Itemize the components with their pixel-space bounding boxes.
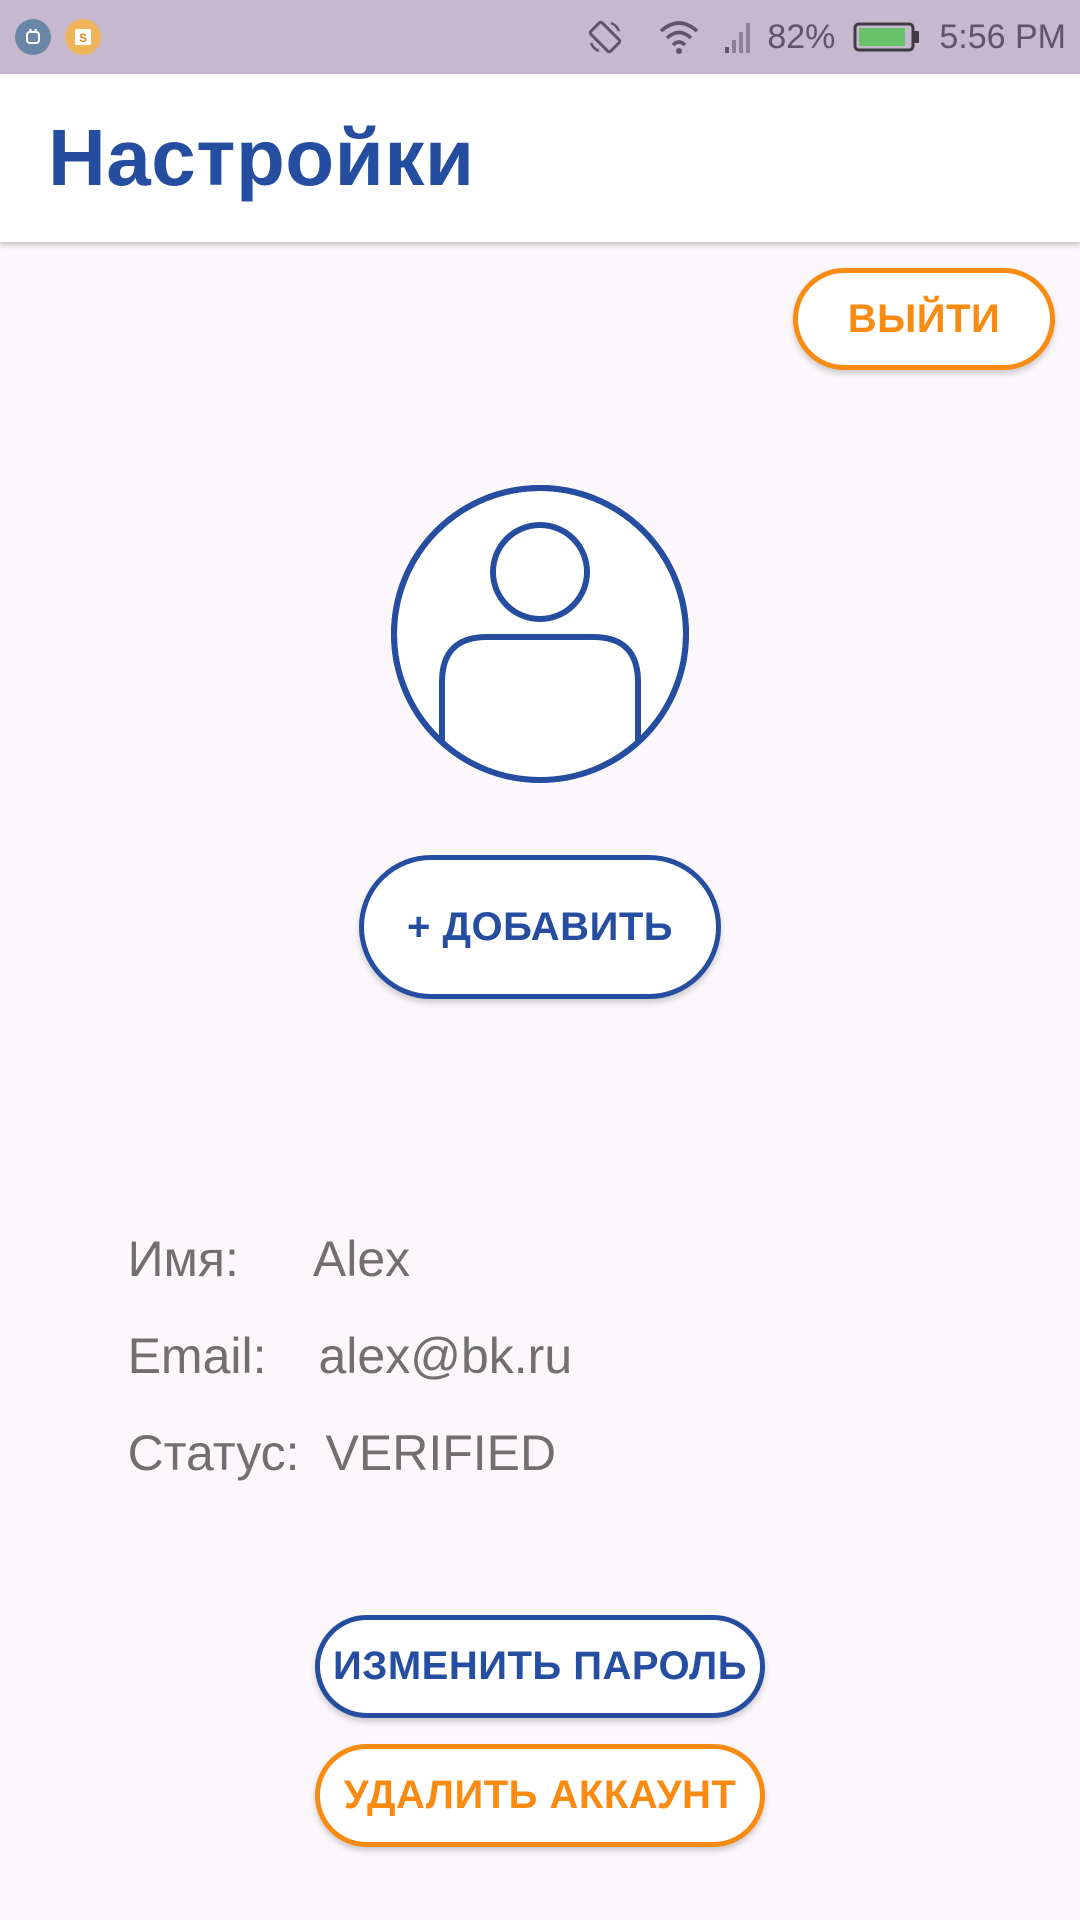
logout-button[interactable]: ВЫЙТИ	[793, 268, 1055, 370]
status-bar-right: 82% 5:56 PM	[585, 0, 1066, 74]
add-photo-button[interactable]: + ДОБАВИТЬ	[359, 855, 721, 999]
battery-icon	[853, 20, 921, 54]
app-bar: Настройки	[0, 74, 1080, 242]
wifi-icon	[657, 19, 701, 55]
status-bar: S 82% 5:56 PM	[0, 0, 1080, 74]
clock: 5:56 PM	[939, 17, 1066, 56]
user-status-row: Статус: VERIFIED	[72, 1366, 557, 1540]
svg-text:S: S	[79, 31, 87, 45]
settings-screen: S 82% 5:56 PM Настройки ВЫЙТИ + ДОБАВИТЬ…	[0, 0, 1080, 1920]
delete-account-button[interactable]: УДАЛИТЬ АККАУНТ	[315, 1744, 765, 1847]
page-title: Настройки	[48, 113, 475, 202]
cellular-signal-icon	[723, 19, 753, 55]
user-avatar-icon	[388, 482, 692, 786]
status-label: Статус:	[127, 1425, 300, 1481]
auto-rotate-icon	[585, 17, 625, 57]
status-value: VERIFIED	[325, 1425, 557, 1481]
battery-percent: 82%	[767, 17, 836, 56]
change-password-button[interactable]: ИЗМЕНИТЬ ПАРОЛЬ	[315, 1615, 765, 1718]
app-notification-icon: S	[65, 19, 101, 55]
android-debug-icon	[15, 19, 51, 55]
